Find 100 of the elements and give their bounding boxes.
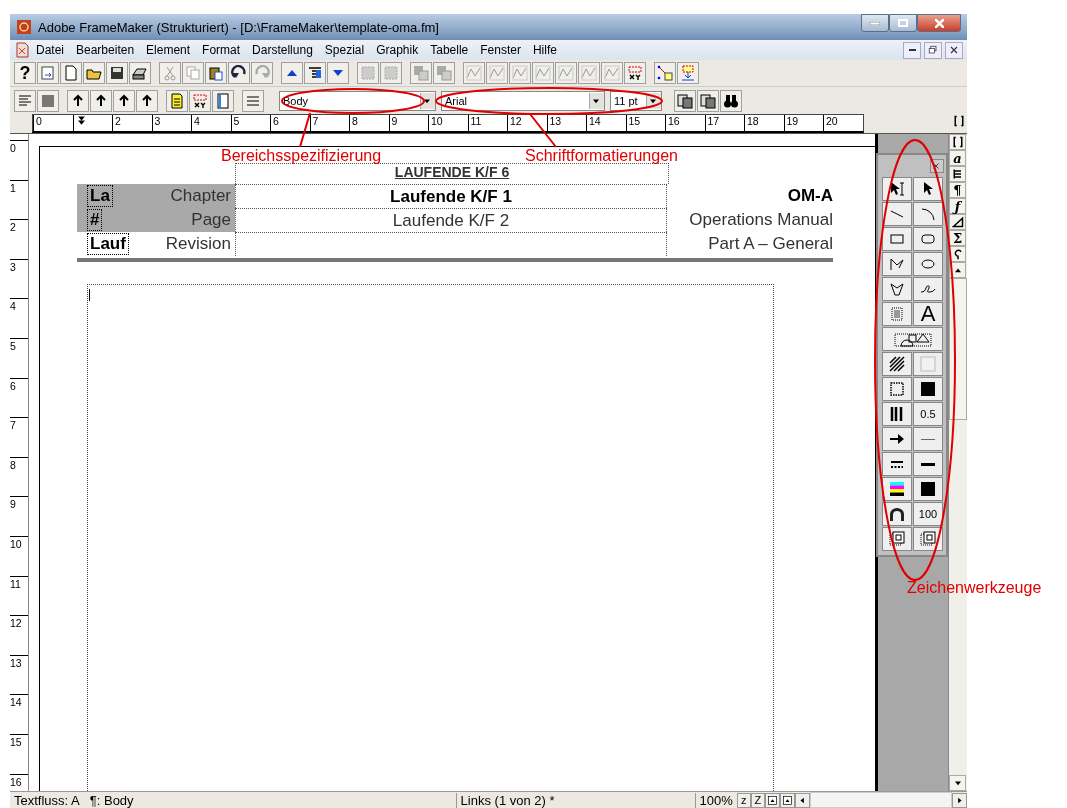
text-tool-button[interactable]: A <box>913 302 943 326</box>
frame-icon <box>680 65 696 81</box>
annotation-label: Bereichsspezifizierung <box>221 147 382 165</box>
side-bar-button[interactable] <box>949 214 966 230</box>
menu-item[interactable]: Hilfe <box>526 43 563 57</box>
menu-item[interactable]: Bearbeiten <box>70 43 141 57</box>
scroll-right-button[interactable] <box>952 792 967 808</box>
minimize-document-button[interactable] <box>903 41 921 59</box>
close-button[interactable] <box>917 14 961 32</box>
side-bar-button[interactable]: ¶ <box>949 182 966 198</box>
menu-item[interactable]: Datei <box>30 43 70 57</box>
drawing-tool-button[interactable] <box>882 252 912 276</box>
drawing-tool-button[interactable] <box>882 177 912 201</box>
drawing-tool-button[interactable] <box>882 527 912 551</box>
header-variable: LAUFENDE K/F 6 <box>394 164 510 182</box>
drawing-tool-button[interactable] <box>913 227 943 251</box>
side-bar-button[interactable]: a <box>949 150 966 166</box>
ruler-label: 3 <box>154 115 161 127</box>
minimize-icon <box>908 49 916 51</box>
restore-document-button[interactable] <box>924 41 942 59</box>
side-bar-button[interactable] <box>949 134 966 150</box>
menu-item[interactable]: Tabelle <box>424 43 475 57</box>
toolbar-button[interactable] <box>205 62 227 84</box>
line-style-button[interactable] <box>913 452 943 476</box>
close-document-button[interactable] <box>945 41 963 59</box>
list-icon <box>307 65 323 81</box>
drawing-tool-button[interactable] <box>882 352 912 376</box>
ruler-label: 12 <box>10 617 22 630</box>
toolbar-button[interactable] <box>106 62 128 84</box>
toolbar-button[interactable] <box>624 62 646 84</box>
zoom-level[interactable]: 100% <box>694 792 737 808</box>
annotation-label: Schriftformatierungen <box>525 147 678 165</box>
ruler-label: 9 <box>10 498 16 511</box>
drawing-tool-button[interactable] <box>882 502 912 526</box>
print-icon <box>132 65 148 81</box>
toolbar-button[interactable] <box>304 62 326 84</box>
cut-icon <box>162 65 178 81</box>
swatch-icon <box>920 381 936 397</box>
ruler-label: 13 <box>10 656 22 669</box>
menu-item[interactable]: Fenster <box>474 43 527 57</box>
toolbar-button[interactable] <box>228 62 250 84</box>
rrect-icon <box>920 231 936 247</box>
toolbar-button[interactable] <box>697 89 719 112</box>
menu-item[interactable]: Spezial <box>318 43 371 57</box>
side-bar-button[interactable] <box>949 166 966 182</box>
font-dropdown[interactable]: Arial <box>441 90 605 111</box>
toolbar-button[interactable] <box>189 89 211 112</box>
drawing-tool-button[interactable] <box>882 402 912 426</box>
toolbar-button[interactable] <box>136 89 158 112</box>
toolbar-button[interactable] <box>129 62 151 84</box>
ruler-label: 13 <box>549 115 562 127</box>
drawing-tool-button[interactable] <box>882 427 912 451</box>
drawing-tool-button[interactable] <box>913 252 943 276</box>
graph-icon <box>558 65 574 81</box>
graph-icon <box>489 65 505 81</box>
menu-item[interactable]: Element <box>140 43 197 57</box>
drawing-tool-button[interactable] <box>913 177 943 201</box>
ruler-label: 18 <box>747 115 759 127</box>
toolbar-button[interactable] <box>327 62 349 84</box>
toolbar-button[interactable] <box>90 89 112 112</box>
menu-item[interactable]: Format <box>196 43 247 57</box>
graphic-frame-tool[interactable] <box>882 327 943 351</box>
line-width-button[interactable]: 0.5 <box>913 402 943 426</box>
side-bar-button[interactable]: Σ <box>949 230 966 246</box>
toolbar-button[interactable] <box>67 89 89 112</box>
menu-item[interactable]: Darstellung <box>246 43 319 57</box>
undo-icon <box>231 65 247 81</box>
ruler-label: 16 <box>668 115 680 127</box>
help-button[interactable]: ? <box>14 62 36 84</box>
copy-icon <box>185 65 201 81</box>
drawing-tool-button[interactable] <box>882 452 912 476</box>
ruler-label: 12 <box>510 115 522 127</box>
new-icon <box>63 65 79 81</box>
annotation-label: Zeichenwerkzeuge <box>907 579 1042 597</box>
minimize-button[interactable] <box>861 14 889 32</box>
ruler-label: 4 <box>10 300 16 313</box>
horizontal-scrollbar[interactable] <box>809 792 952 808</box>
stack-icon <box>413 65 429 81</box>
drawing-tool-button[interactable] <box>913 377 943 401</box>
toolbar-button[interactable] <box>83 62 105 84</box>
side-bar-button[interactable]: ƒ <box>949 198 966 214</box>
toolbar-button[interactable] <box>674 89 696 112</box>
zoom-out-button[interactable]: z <box>736 792 751 808</box>
find-button[interactable] <box>720 89 742 112</box>
cmyk-icon <box>889 481 905 497</box>
drawing-tool-button[interactable] <box>882 277 912 301</box>
status-text: ¶: Body <box>88 792 135 808</box>
drawing-tool-button[interactable] <box>882 377 912 401</box>
toolbar-button[interactable] <box>113 89 135 112</box>
maximize-button[interactable] <box>889 14 917 32</box>
text-cursor <box>89 289 90 301</box>
brackets-icon <box>953 114 965 128</box>
dotframe-icon <box>889 381 905 397</box>
drawing-tool-button[interactable] <box>882 477 912 501</box>
scroll-down-button[interactable] <box>949 775 966 791</box>
toolbar-button[interactable] <box>281 62 303 84</box>
ruler-label: 4 <box>194 115 200 127</box>
tint-button[interactable]: 100 <box>913 502 943 526</box>
menu-item[interactable]: Graphik <box>370 43 425 57</box>
drawing-tool-button[interactable] <box>913 477 943 501</box>
